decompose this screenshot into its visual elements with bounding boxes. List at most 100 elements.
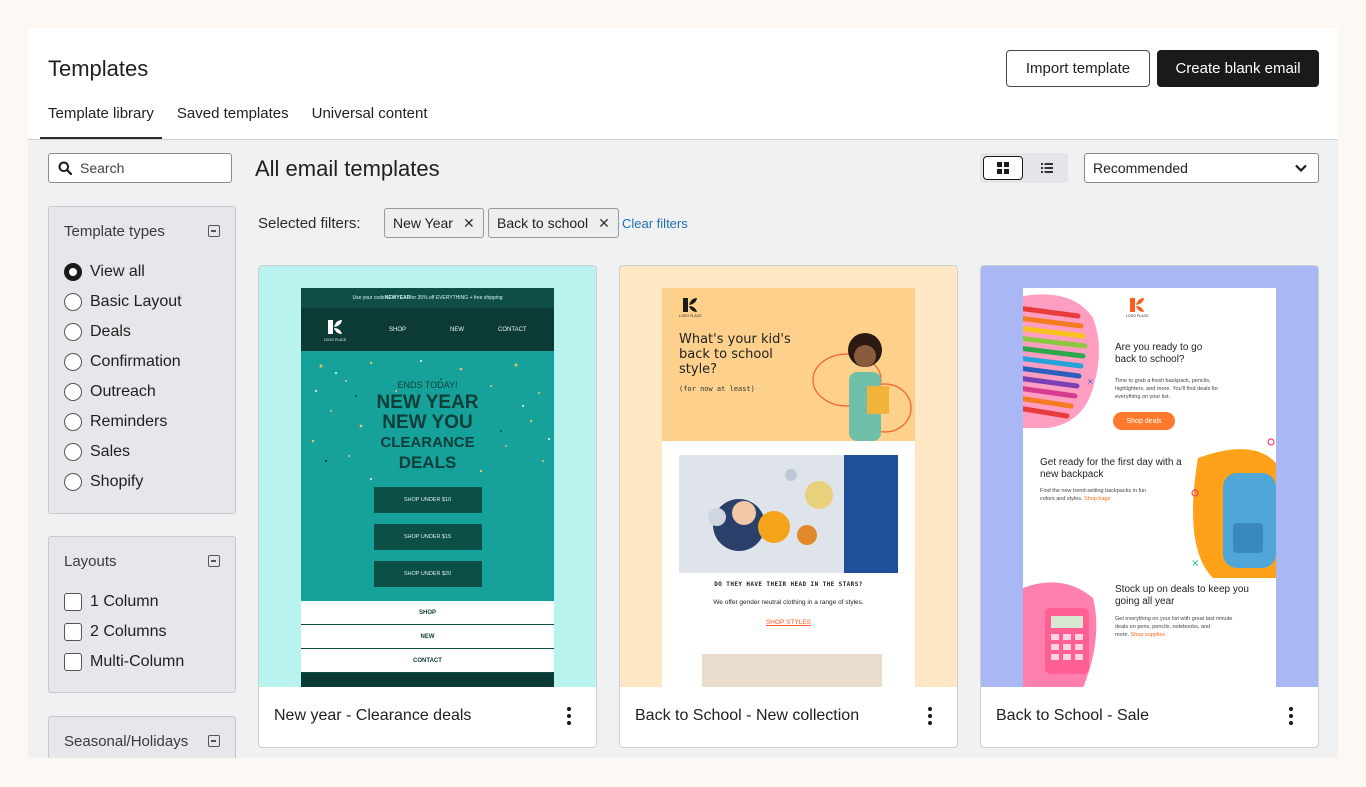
radio-button[interactable] [64, 383, 82, 401]
email-preview-document: Use your code NEWYEAR for 35% off EVERYT… [301, 288, 554, 687]
checkbox-1-column[interactable]: 1 Column [64, 593, 158, 611]
template-card-title[interactable]: New year - Clearance deals [274, 707, 471, 725]
space-photo [679, 455, 898, 573]
sort-select[interactable]: Recommended [1084, 153, 1319, 183]
preview-link: NEW [301, 625, 554, 649]
search-box[interactable] [48, 153, 232, 183]
collapse-icon[interactable] [208, 225, 220, 237]
templates-app: Templates Import template Create blank e… [28, 28, 1338, 758]
logo-text: LOGO PLACE [323, 337, 347, 342]
child-photo-graphic [812, 333, 912, 441]
checkbox-multi-column[interactable]: Multi-Column [64, 653, 184, 671]
create-blank-email-button[interactable]: Create blank email [1157, 50, 1319, 87]
radio-outreach[interactable]: Outreach [64, 383, 156, 401]
filter-chip-label: Back to school [497, 215, 589, 231]
import-template-button[interactable]: Import template [1006, 50, 1150, 87]
logo: LOGO PLACE [301, 318, 369, 342]
preview-button: SHOP UNDER $20 [373, 561, 482, 587]
template-card-new-year[interactable]: Use your code NEWYEAR for 35% off EVERYT… [258, 265, 597, 748]
close-icon[interactable]: ✕ [598, 215, 610, 232]
preview-paragraph-line: colors and styles. [1040, 496, 1085, 502]
list-view-icon [1041, 163, 1053, 173]
tab-saved-templates[interactable]: Saved templates [169, 96, 297, 140]
preview-paragraph-line: Find the new trend-setting backpacks in … [1040, 488, 1147, 494]
preview-heading: Stock up on deals to keep you going all … [1115, 584, 1249, 608]
logo-text: LOGO PLACE [679, 314, 702, 318]
radio-button-selected[interactable] [64, 263, 82, 281]
more-vertical-icon[interactable] [566, 707, 572, 725]
logo: LOGO PLACE [1126, 296, 1149, 318]
preview-heading-line: back to school? [1115, 354, 1185, 365]
preview-subtext: (for now at least) [679, 385, 755, 393]
radio-button[interactable] [64, 413, 82, 431]
radio-deals[interactable]: Deals [64, 323, 131, 341]
radio-sales[interactable]: Sales [64, 443, 130, 461]
checkbox-label: 1 Column [90, 593, 159, 610]
chevron-down-icon [1295, 164, 1307, 173]
template-preview[interactable]: LOGO PLACE What's your kid's back to sch… [620, 266, 957, 687]
close-icon[interactable]: ✕ [463, 215, 475, 232]
page-title: Templates [48, 56, 149, 81]
preview-topline: Use your code NEWYEAR for 35% off EVERYT… [301, 288, 554, 308]
space-photo-graphic [679, 455, 898, 573]
preview-question: DO THEY HAVE THEIR HEAD IN THE STARS? [714, 581, 863, 588]
radio-button[interactable] [64, 293, 82, 311]
template-preview[interactable]: Use your code NEWYEAR for 35% off EVERYT… [259, 266, 596, 687]
checkbox[interactable] [64, 623, 82, 641]
template-preview[interactable]: × × LOGO PLACE Are you ready to go back … [981, 266, 1318, 687]
radio-shopify[interactable]: Shopify [64, 473, 143, 491]
preview-paragraph: Get everything on your list with great l… [1115, 615, 1232, 639]
preview-text: Use your code [352, 295, 385, 301]
seasonal-heading: Seasonal/Holidays [64, 733, 189, 750]
grid-view-icon [997, 162, 1009, 174]
email-preview-document: LOGO PLACE What's your kid's back to sch… [662, 288, 915, 687]
leaf-logo-icon [683, 298, 698, 312]
preview-headline-line: back to school [679, 347, 773, 362]
template-card-back-to-school-collection[interactable]: LOGO PLACE What's your kid's back to sch… [619, 265, 958, 748]
preview-heading: Are you ready to go back to school? [1115, 342, 1202, 366]
radio-reminders[interactable]: Reminders [64, 413, 167, 431]
content-area: Template types View all Basic Layout Dea… [28, 140, 1338, 758]
list-view-button[interactable] [1032, 156, 1062, 180]
radio-label: Basic Layout [90, 293, 182, 310]
more-vertical-icon[interactable] [927, 707, 933, 725]
radio-view-all[interactable]: View all [64, 263, 145, 281]
checkbox[interactable] [64, 593, 82, 611]
checkbox-label: 2 Columns [90, 623, 167, 640]
tab-template-library[interactable]: Template library [40, 96, 162, 140]
radio-button[interactable] [64, 473, 82, 491]
search-input[interactable] [80, 160, 220, 176]
selected-filters-label: Selected filters: [258, 215, 361, 232]
preview-button: Shop deals [1113, 412, 1175, 430]
sort-value: Recommended [1093, 160, 1188, 176]
grid-view-button[interactable] [983, 156, 1023, 180]
radio-button[interactable] [64, 443, 82, 461]
template-card-title[interactable]: Back to School - New collection [635, 707, 859, 725]
preview-nav-item: CONTACT [498, 326, 527, 333]
clear-filters-link[interactable]: Clear filters [622, 216, 688, 231]
template-card-title[interactable]: Back to School - Sale [996, 707, 1149, 725]
preview-nav: LOGO PLACE SHOP NEW CONTACT [301, 308, 554, 351]
preview-link: SHOP [301, 601, 554, 625]
collapse-icon[interactable] [208, 735, 220, 747]
preview-photo-partial [702, 654, 882, 687]
radio-confirmation[interactable]: Confirmation [64, 353, 181, 371]
checkbox[interactable] [64, 653, 82, 671]
logo-text: LOGO PLACE [1126, 314, 1149, 318]
seasonal-panel: Seasonal/Holidays [48, 716, 236, 758]
top-bar: Templates Import template Create blank e… [28, 28, 1338, 140]
search-icon [58, 161, 72, 175]
radio-button[interactable] [64, 323, 82, 341]
radio-button[interactable] [64, 353, 82, 371]
preview-link: SHOP STYLES [765, 619, 812, 626]
more-vertical-icon[interactable] [1288, 707, 1294, 725]
checkbox-2-columns[interactable]: 2 Columns [64, 623, 166, 641]
tab-universal-content[interactable]: Universal content [304, 96, 436, 140]
template-card-back-to-school-sale[interactable]: × × LOGO PLACE Are you ready to go back … [980, 265, 1319, 748]
preview-headline: CLEARANCE [380, 434, 475, 451]
collapse-icon[interactable] [208, 555, 220, 567]
radio-basic-layout[interactable]: Basic Layout [64, 293, 182, 311]
preview-paragraph: Time to grab a fresh backpack, pencils, … [1115, 377, 1218, 401]
preview-headline-line: style? [679, 362, 718, 377]
preview-paragraph-line: Get everything on your list with great l… [1115, 616, 1233, 622]
